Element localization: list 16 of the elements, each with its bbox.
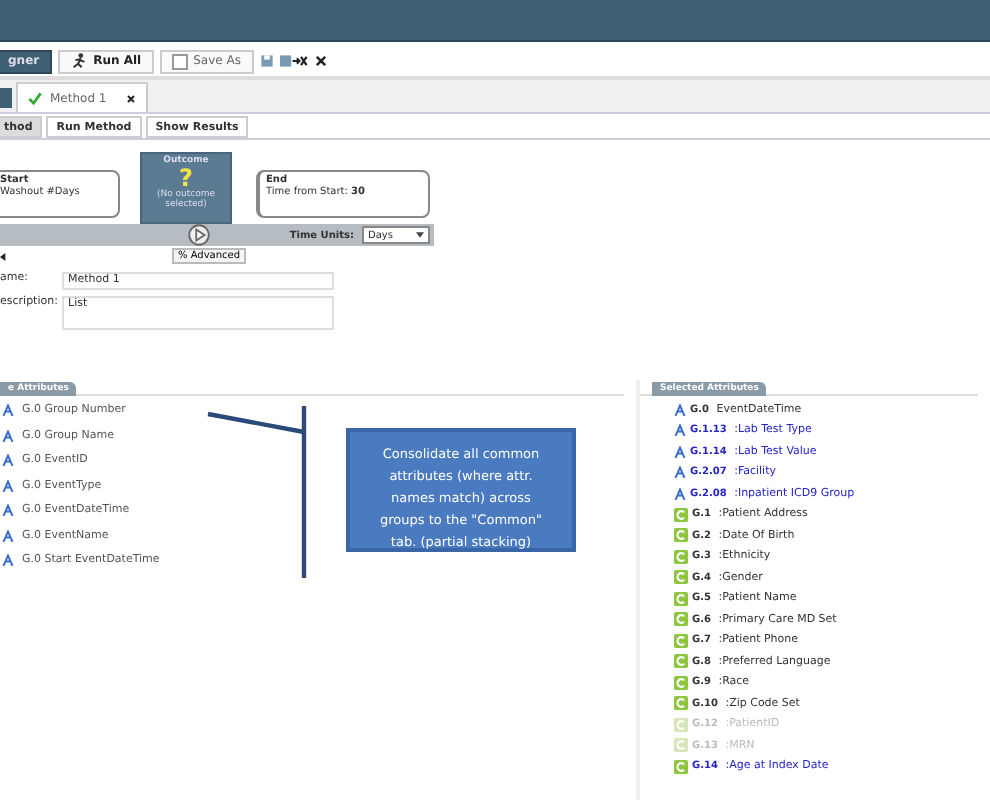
attribute-icon [2,429,14,441]
caret-icon [416,232,424,238]
attribute-icon [2,504,14,516]
save-export-icon[interactable] [279,54,307,68]
attribute-icon [2,529,14,541]
runner-icon [69,52,88,70]
close-icon[interactable] [126,93,137,103]
close-icon[interactable] [313,54,327,68]
pointer-icon [0,251,8,261]
attribute-icon [2,404,14,416]
save-icon[interactable] [259,54,273,68]
attribute-icon [2,454,14,466]
question-mark: ? [179,166,193,190]
attribute-icon [2,479,14,491]
attribute-icon [2,554,14,566]
play-icon[interactable] [188,224,210,246]
